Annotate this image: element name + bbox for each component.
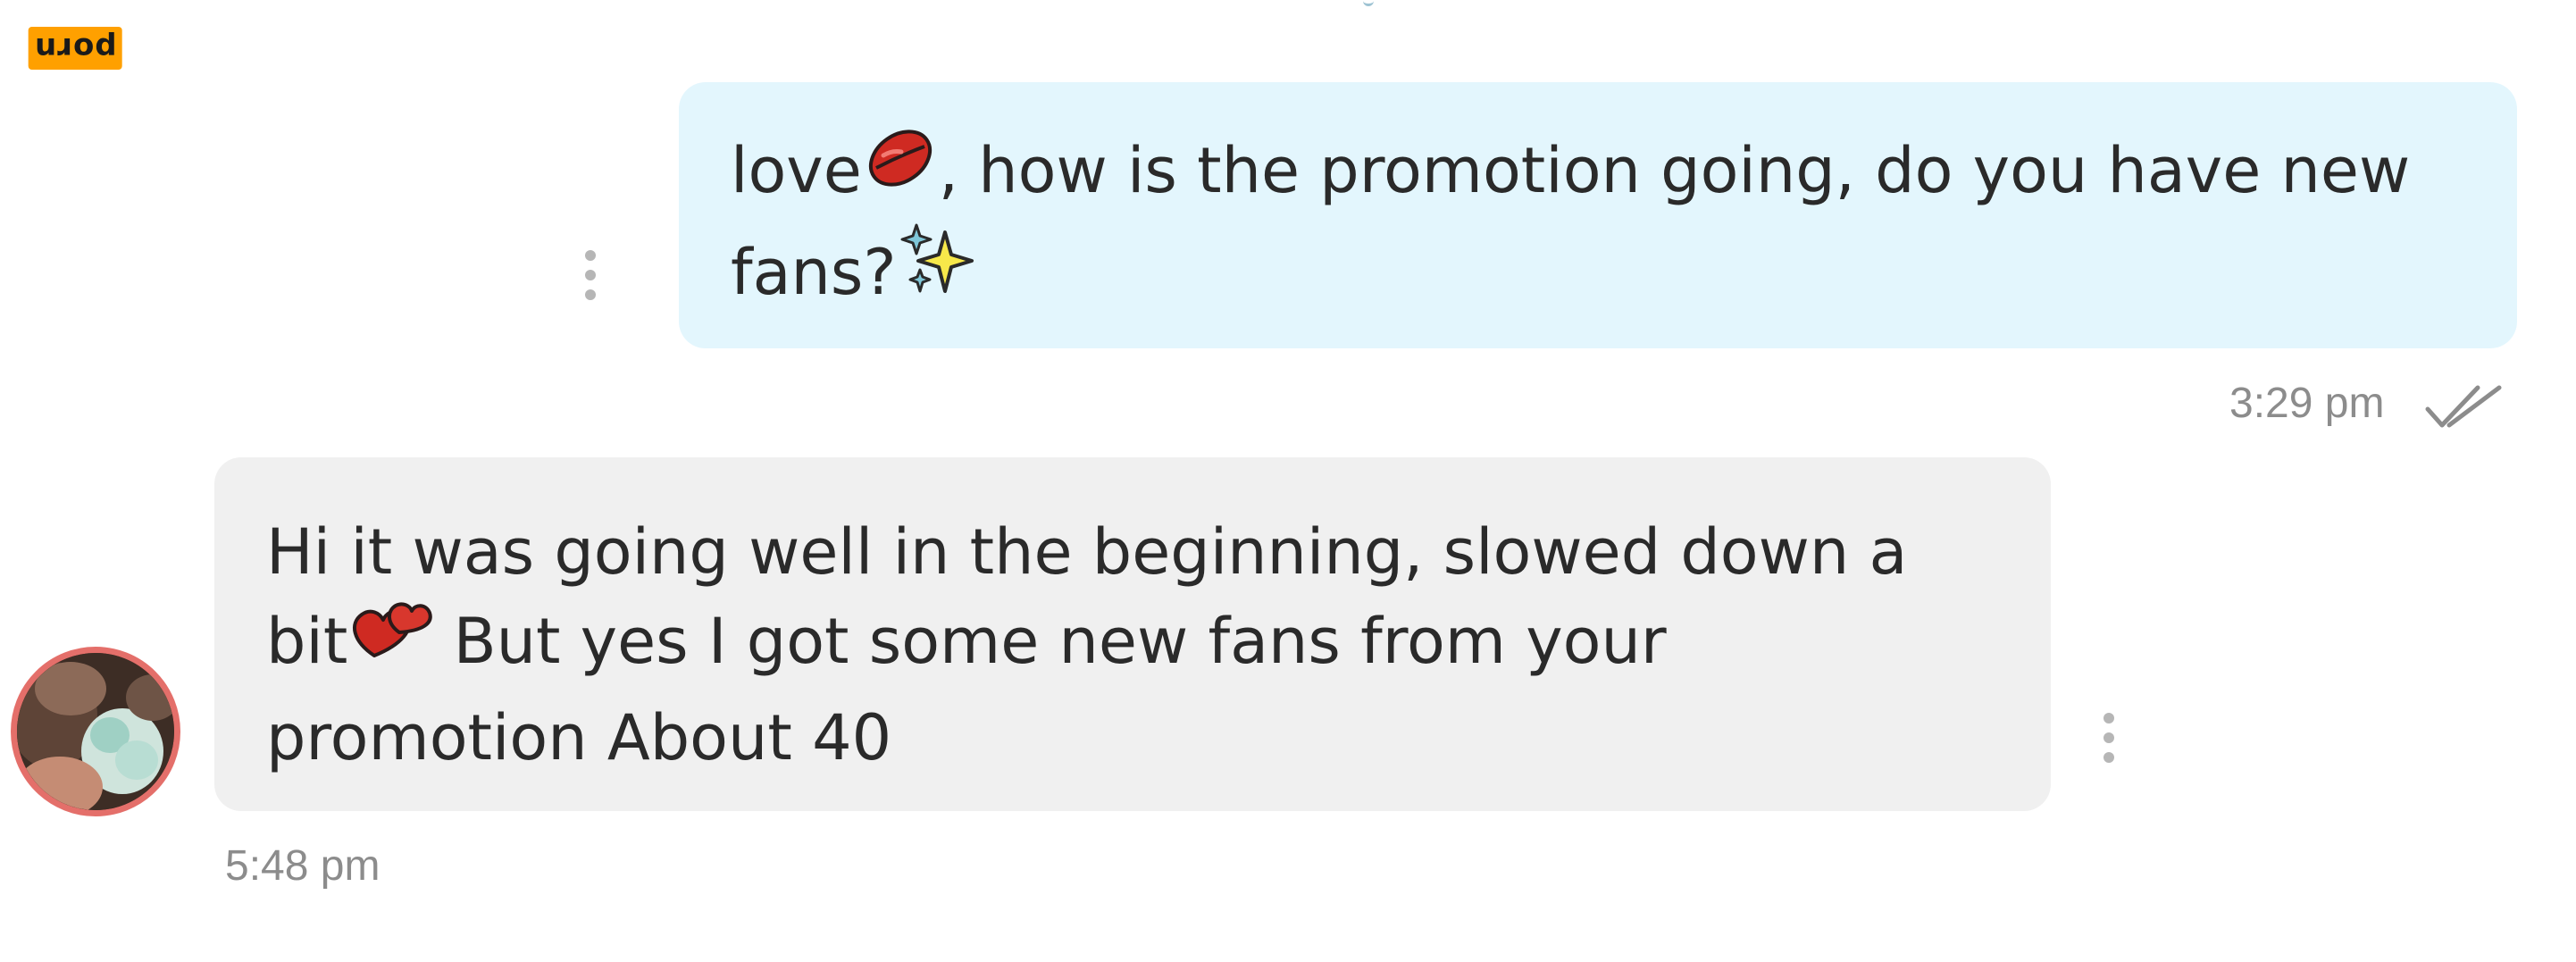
sender-avatar[interactable] — [11, 647, 180, 816]
message-text: promotion About 40 — [266, 700, 892, 774]
double-check-icon — [2424, 382, 2506, 437]
message-line: love , how is the promotion going, do yo… — [731, 125, 2463, 225]
two-hearts-emoji — [347, 593, 433, 688]
watermark-badge: porn — [29, 27, 122, 70]
message-text: , how is the promotion going, do you hav… — [938, 134, 2411, 208]
message-line: fans? — [731, 223, 2463, 329]
chat-view: porn love , how is the promotion going, … — [0, 0, 2576, 962]
kiss-lips-emoji — [862, 120, 939, 220]
message-text: love — [731, 134, 862, 208]
message-line: promotion About 40 — [266, 693, 2001, 782]
message-options-button[interactable] — [2103, 713, 2115, 763]
message-timestamp: 5:48 pm — [225, 842, 381, 890]
message-options-button[interactable] — [584, 250, 597, 300]
message-text: Hi it was going well in the beginning, s… — [266, 515, 1908, 589]
top-cut-glyph — [1363, 0, 1374, 6]
message-text: bit — [266, 605, 348, 678]
sparkles-emoji — [897, 220, 977, 323]
received-message-bubble[interactable]: Hi it was going well in the beginning, s… — [214, 457, 2051, 811]
message-text: But yes I got some new fans from your — [433, 605, 1667, 678]
message-line: bit But yes I got some new fans from you… — [266, 597, 2001, 693]
message-text: fans? — [731, 236, 897, 310]
message-line: Hi it was going well in the beginning, s… — [266, 507, 2001, 597]
sent-message-bubble[interactable]: love , how is the promotion going, do yo… — [679, 82, 2517, 348]
message-timestamp: 3:29 pm — [2229, 380, 2385, 427]
